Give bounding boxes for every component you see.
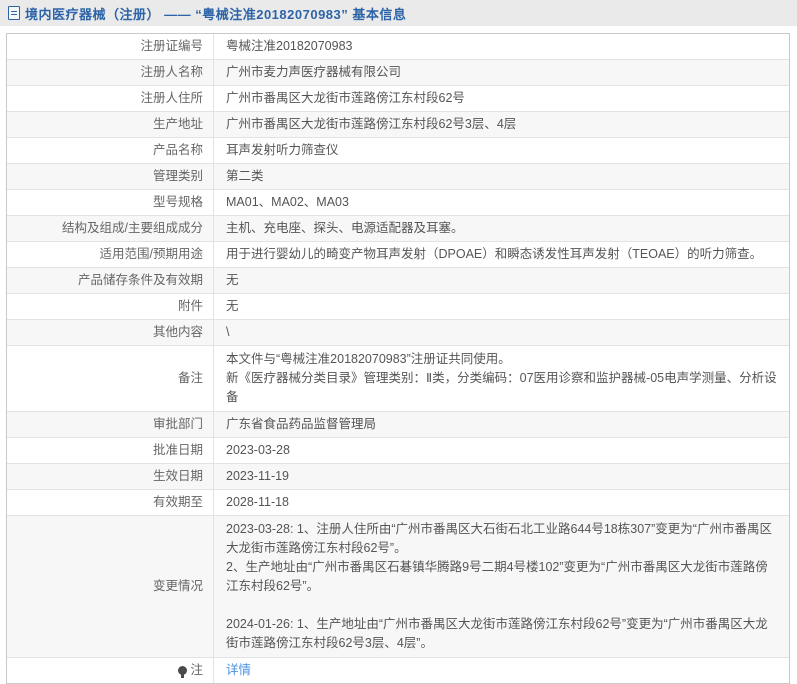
row-label: 产品储存条件及有效期 <box>7 268 214 293</box>
row-intended-use: 适用范围/预期用途 用于进行婴幼儿的畸变产物耳声发射（DPOAE）和瞬态诱发性耳… <box>7 241 789 267</box>
row-value: 用于进行婴幼儿的畸变产物耳声发射（DPOAE）和瞬态诱发性耳声发射（TEOAE）… <box>214 242 789 267</box>
row-composition: 结构及组成/主要组成成分 主机、充电座、探头、电源适配器及耳塞。 <box>7 215 789 241</box>
row-change-history: 变更情况 2023-03-28: 1、注册人住所由“广州市番禺区大石街石北工业路… <box>7 515 789 657</box>
row-remarks: 备注 本文件与“粤械注准20182070983”注册证共同使用。 新《医疗器械分… <box>7 345 789 411</box>
row-approval-date: 批准日期 2023-03-28 <box>7 437 789 463</box>
row-model-spec: 型号规格 MA01、MA02、MA03 <box>7 189 789 215</box>
row-value: 主机、充电座、探头、电源适配器及耳塞。 <box>214 216 789 241</box>
row-value: 广州市麦力声医疗器械有限公司 <box>214 60 789 85</box>
row-label: 审批部门 <box>7 412 214 437</box>
row-label: 批准日期 <box>7 438 214 463</box>
row-value: 2023-11-19 <box>214 464 789 489</box>
row-value: \ <box>214 320 789 345</box>
page-header: 境内医疗器械（注册） —— “粤械注准20182070983” 基本信息 <box>0 0 797 26</box>
row-value: 详情 <box>214 658 789 683</box>
row-label: 型号规格 <box>7 190 214 215</box>
row-product-name: 产品名称 耳声发射听力筛查仪 <box>7 137 789 163</box>
row-attachment: 附件 无 <box>7 293 789 319</box>
row-expiry-date: 有效期至 2028-11-18 <box>7 489 789 515</box>
row-value: 无 <box>214 294 789 319</box>
row-value: MA01、MA02、MA03 <box>214 190 789 215</box>
row-value: 2028-11-18 <box>214 490 789 515</box>
row-value: 耳声发射听力筛查仪 <box>214 138 789 163</box>
row-management-class: 管理类别 第二类 <box>7 163 789 189</box>
note-label: 注 <box>190 661 203 680</box>
row-label: 注册人住所 <box>7 86 214 111</box>
row-value: 广东省食品药品监督管理局 <box>214 412 789 437</box>
row-other-content: 其他内容 \ <box>7 319 789 345</box>
row-label: 结构及组成/主要组成成分 <box>7 216 214 241</box>
row-value: 2023-03-28: 1、注册人住所由“广州市番禺区大石街石北工业路644号1… <box>214 516 789 657</box>
row-label: 管理类别 <box>7 164 214 189</box>
row-value: 第二类 <box>214 164 789 189</box>
row-effective-date: 生效日期 2023-11-19 <box>7 463 789 489</box>
row-cert-number: 注册证编号 粤械注准20182070983 <box>7 34 789 59</box>
row-label: 备注 <box>7 346 214 411</box>
row-label: 有效期至 <box>7 490 214 515</box>
row-label: 适用范围/预期用途 <box>7 242 214 267</box>
row-label: 注 <box>7 658 214 683</box>
row-label: 生效日期 <box>7 464 214 489</box>
row-registrant-name: 注册人名称 广州市麦力声医疗器械有限公司 <box>7 59 789 85</box>
row-approval-department: 审批部门 广东省食品药品监督管理局 <box>7 411 789 437</box>
row-value: 2023-03-28 <box>214 438 789 463</box>
row-value: 粤械注准20182070983 <box>214 34 789 59</box>
row-production-address: 生产地址 广州市番禺区大龙街市莲路傍江东村段62号3层、4层 <box>7 111 789 137</box>
row-value: 广州市番禺区大龙街市莲路傍江东村段62号 <box>214 86 789 111</box>
row-registrant-address: 注册人住所 广州市番禺区大龙街市莲路傍江东村段62号 <box>7 85 789 111</box>
row-value: 本文件与“粤械注准20182070983”注册证共同使用。 新《医疗器械分类目录… <box>214 346 789 411</box>
details-link[interactable]: 详情 <box>226 661 251 680</box>
row-storage-conditions: 产品储存条件及有效期 无 <box>7 267 789 293</box>
note-icon <box>178 666 187 675</box>
row-label: 附件 <box>7 294 214 319</box>
row-label: 产品名称 <box>7 138 214 163</box>
row-value: 广州市番禺区大龙街市莲路傍江东村段62号3层、4层 <box>214 112 789 137</box>
registration-info-table: 注册证编号 粤械注准20182070983 注册人名称 广州市麦力声医疗器械有限… <box>6 33 790 684</box>
row-label: 注册人名称 <box>7 60 214 85</box>
row-label: 生产地址 <box>7 112 214 137</box>
row-value: 无 <box>214 268 789 293</box>
page-title: 境内医疗器械（注册） —— “粤械注准20182070983” 基本信息 <box>25 4 406 23</box>
row-label: 其他内容 <box>7 320 214 345</box>
document-icon <box>8 6 20 20</box>
row-label: 变更情况 <box>7 516 214 657</box>
row-label: 注册证编号 <box>7 34 214 59</box>
row-note: 注 详情 <box>7 657 789 683</box>
